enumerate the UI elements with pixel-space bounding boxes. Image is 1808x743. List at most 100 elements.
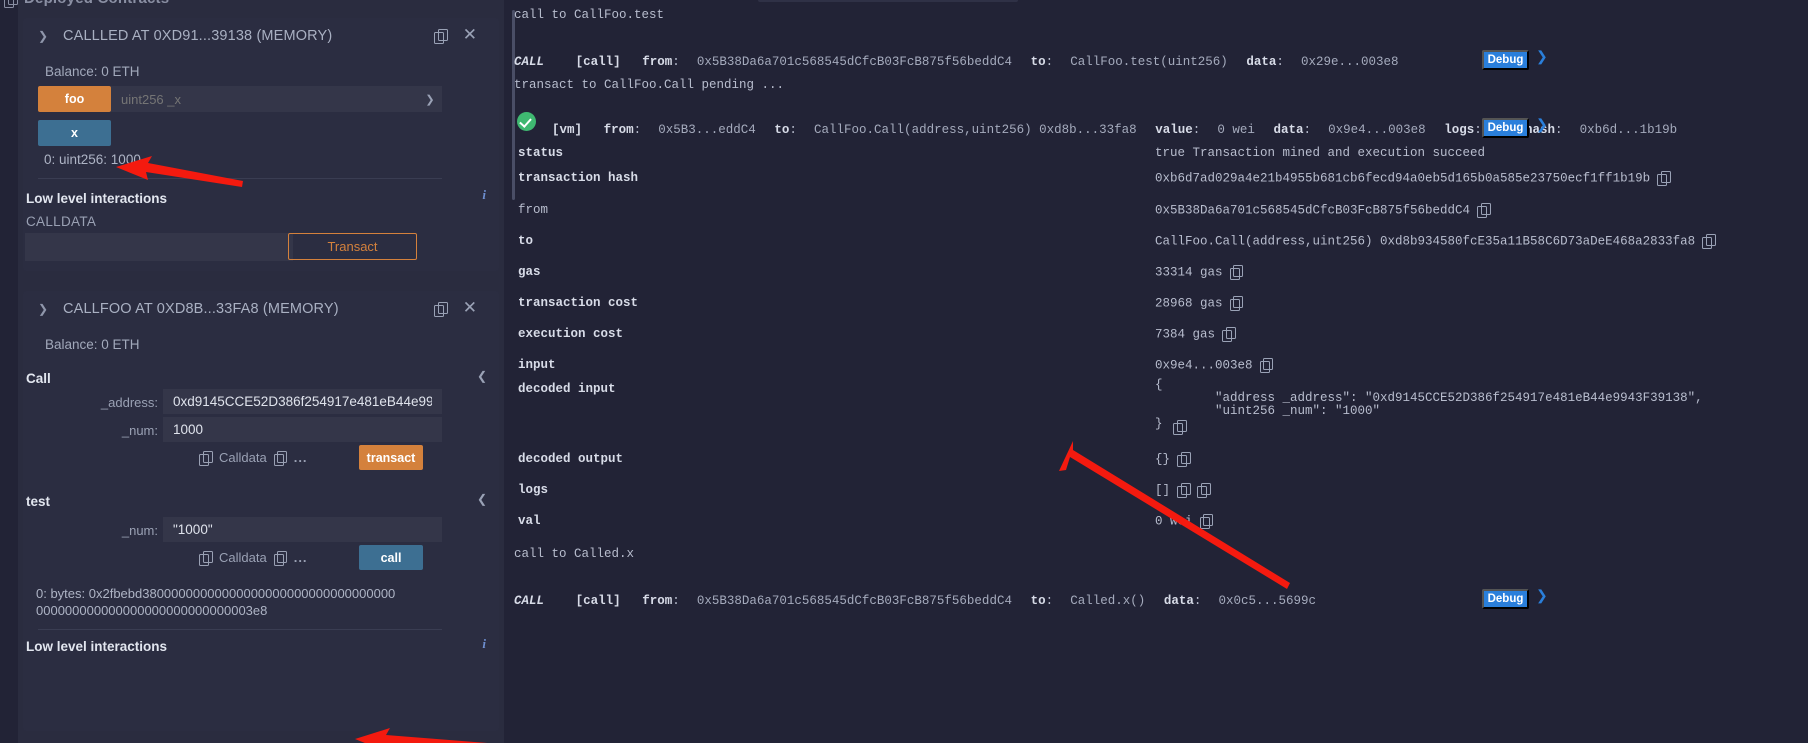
detail-key-transaction-cost: transaction cost xyxy=(518,296,639,310)
divider-2 xyxy=(38,629,442,630)
collapse-call-icon[interactable]: ❮ xyxy=(477,369,487,383)
contract-title-callled: CALLLED AT 0XD91...39138 (MEMORY) xyxy=(63,28,333,44)
detail-value-from: 0x5B38Da6a701c568545dCfcB03FcB875f56bedd… xyxy=(1155,203,1491,218)
parameters-dots-call[interactable]: ... xyxy=(294,450,308,465)
debug-button-1[interactable]: Debug xyxy=(1482,50,1529,70)
terminal-entry-call-2[interactable]: CALL [call] from: 0x5B38Da6a701c568545dC… xyxy=(514,591,1316,609)
to-label-1: to xyxy=(1030,55,1046,69)
copy-execution-cost-icon[interactable] xyxy=(1222,327,1236,342)
copy-parameters-icon-call[interactable] xyxy=(273,450,288,466)
data-value-2: 0x0c5...5699c xyxy=(1218,594,1316,608)
debug-button-3[interactable]: Debug xyxy=(1482,589,1529,609)
copy-address-icon-callfoo[interactable] xyxy=(434,302,448,317)
info-icon-2[interactable]: i xyxy=(482,636,486,652)
calldata-actions-test: Calldata ... xyxy=(199,550,308,566)
contract-title-callfoo: CALLFOO AT 0XD8B...33FA8 (MEMORY) xyxy=(63,301,339,317)
data-label-1: data xyxy=(1246,55,1277,69)
panel-title: Deployed Contracts xyxy=(24,0,169,7)
data-label-2: data xyxy=(1163,594,1194,608)
detail-value-status: true Transaction mined and execution suc… xyxy=(1155,146,1486,160)
left-rail xyxy=(0,0,18,743)
copy-from-icon[interactable] xyxy=(1477,203,1491,218)
call-button-test[interactable]: call xyxy=(359,545,423,570)
detail-value-val: 0 wei xyxy=(1155,514,1214,529)
transact-button-call[interactable]: transact xyxy=(359,445,423,470)
copy-calldata-icon-call[interactable] xyxy=(199,450,213,466)
function-row-foo: foo ❯ xyxy=(38,86,442,112)
calldata-label-test[interactable]: Calldata xyxy=(219,550,267,565)
chevron-down-icon[interactable]: ❯ xyxy=(36,29,50,43)
logs-label-vm: logs xyxy=(1444,123,1475,137)
call-result-test: 0: bytes: 0x2fbebd3800000000000000000000… xyxy=(36,586,396,618)
to-value-2: Called.x() xyxy=(1070,594,1146,608)
arg-input-address[interactable] xyxy=(163,389,442,414)
contract-header-callfoo[interactable]: ❯ CALLFOO AT 0XD8B...33FA8 (MEMORY) ✕ xyxy=(23,291,499,329)
copy-decoded-input-icon[interactable] xyxy=(1173,420,1187,435)
call-result-x: 0: uint256: 1000 xyxy=(44,152,141,167)
tx-hash-text: 0xb6d7ad029a4e21b4955b681cb6fecd94a0eb5d… xyxy=(1155,171,1651,186)
call-tag-1: CALL xyxy=(514,55,545,69)
function-row-x: x xyxy=(38,120,111,146)
detail-key-transaction-hash: transaction hash xyxy=(518,171,639,185)
function-input-foo[interactable] xyxy=(111,86,418,112)
debug-button-2[interactable]: Debug xyxy=(1482,118,1529,138)
expand-foo-icon[interactable]: ❯ xyxy=(418,86,442,112)
from-text: 0x5B38Da6a701c568545dCfcB03FcB875f56bedd… xyxy=(1155,203,1471,218)
method-title-call: Call xyxy=(26,371,51,386)
expand-chevron-2[interactable]: ❯ xyxy=(1536,116,1548,133)
transact-button-1[interactable]: Transact xyxy=(288,233,417,260)
low-level-title-2: Low level interactions xyxy=(26,639,168,654)
function-button-foo[interactable]: foo xyxy=(38,86,111,112)
from-value-2: 0x5B38Da6a701c568545dCfcB03FcB875f56bedd… xyxy=(696,594,1012,608)
data-label-vm: data xyxy=(1273,123,1304,137)
copy-parameters-icon-test[interactable] xyxy=(273,550,288,566)
panel-copy-icon[interactable] xyxy=(4,0,18,8)
detail-value-decoded-input: { "address _address": "0xd9145CCE52D386f… xyxy=(1155,378,1703,431)
collapse-test-icon[interactable]: ❮ xyxy=(477,492,487,506)
contract-header-callled[interactable]: ❯ CALLLED AT 0XD91...39138 (MEMORY) ✕ xyxy=(23,18,499,56)
copy-decoded-output-icon[interactable] xyxy=(1177,452,1191,467)
terminal-scrollbar[interactable] xyxy=(512,10,515,200)
detail-value-transaction-hash: 0xb6d7ad029a4e21b4955b681cb6fecd94a0eb5d… xyxy=(1155,171,1671,186)
expand-chevron-3[interactable]: ❯ xyxy=(1536,587,1548,604)
success-check-icon xyxy=(517,112,536,131)
detail-key-execution-cost: execution cost xyxy=(518,327,624,341)
copy-logs-icon[interactable] xyxy=(1177,483,1191,498)
info-icon-1[interactable]: i xyxy=(482,187,486,203)
decoded-output-text: {} xyxy=(1155,452,1171,467)
call-bracket-2: [call] xyxy=(575,594,621,608)
calldata-input-1[interactable] xyxy=(25,233,293,261)
low-level-title-1: Low level interactions xyxy=(26,191,168,206)
gas-text: 33314 gas xyxy=(1155,265,1223,280)
parameters-dots-test[interactable]: ... xyxy=(294,550,308,565)
vm-bracket: [vm] xyxy=(552,123,583,137)
terminal-panel[interactable]: call to CallFoo.test CALL [call] from: 0… xyxy=(504,0,1808,743)
execution-cost-text: 7384 gas xyxy=(1155,327,1216,342)
function-button-x[interactable]: x xyxy=(38,120,111,146)
copy-calldata-icon-test[interactable] xyxy=(199,550,213,566)
terminal-line-call-to-test: call to CallFoo.test xyxy=(514,8,665,22)
arg-input-num-call[interactable] xyxy=(163,417,442,442)
balance-callfoo: Balance: 0 ETH xyxy=(45,337,140,352)
copy-logs-raw-icon[interactable] xyxy=(1197,483,1211,498)
from-value-vm: 0x5B3...eddC4 xyxy=(658,123,756,137)
copy-tx-hash-icon[interactable] xyxy=(1657,171,1671,186)
copy-gas-icon[interactable] xyxy=(1229,265,1244,280)
expand-chevron-1[interactable]: ❯ xyxy=(1536,48,1548,65)
arg-input-num-test[interactable] xyxy=(163,517,442,542)
chevron-down-icon-2[interactable]: ❯ xyxy=(36,302,50,316)
copy-val-icon[interactable] xyxy=(1199,514,1214,529)
call-bracket-1: [call] xyxy=(575,55,621,69)
close-icon-callled[interactable]: ✕ xyxy=(463,25,477,45)
arg-label-address: _address: xyxy=(100,395,158,410)
copy-input-icon[interactable] xyxy=(1259,358,1274,373)
method-title-test: test xyxy=(26,494,51,509)
to-text: CallFoo.Call(address,uint256) 0xd8b93458… xyxy=(1155,234,1696,249)
terminal-entry-call-1[interactable]: CALL [call] from: 0x5B38Da6a701c568545dC… xyxy=(514,52,1399,70)
copy-address-icon-callled[interactable] xyxy=(434,29,448,44)
copy-transaction-cost-icon[interactable] xyxy=(1229,296,1244,311)
detail-value-input: 0x9e4...003e8 xyxy=(1155,358,1274,373)
calldata-label-call[interactable]: Calldata xyxy=(219,450,267,465)
close-icon-callfoo[interactable]: ✕ xyxy=(463,298,477,318)
copy-to-icon[interactable] xyxy=(1702,234,1716,249)
